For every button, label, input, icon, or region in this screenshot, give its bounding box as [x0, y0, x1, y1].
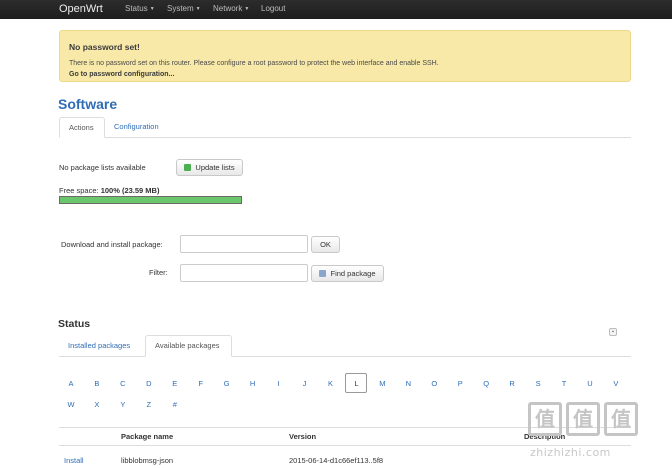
letter-t[interactable]: T: [558, 379, 570, 388]
letter-h[interactable]: H: [247, 379, 259, 388]
free-space-value: 100% (23.59 MB): [100, 186, 160, 195]
password-config-link[interactable]: Go to password configuration...: [69, 71, 174, 78]
letter-w[interactable]: W: [65, 400, 77, 409]
package-name: libblobmsg-json: [121, 456, 174, 465]
package-version: 2015-06-14-d1c66ef113..5f8: [289, 456, 384, 465]
letter-c[interactable]: C: [117, 379, 129, 388]
refresh-icon: [184, 164, 192, 171]
update-lists-button[interactable]: Update lists: [176, 159, 243, 176]
letter-a[interactable]: A: [65, 379, 77, 388]
watermark-logo: 值: [566, 402, 600, 436]
letter-s[interactable]: S: [532, 379, 544, 388]
collapse-icon[interactable]: ▪: [609, 328, 617, 336]
nav-network[interactable]: Network ▼: [213, 0, 249, 19]
tab-installed-packages[interactable]: Installed packages: [59, 336, 139, 356]
letter-d[interactable]: D: [143, 379, 155, 388]
page-title: Software: [58, 96, 118, 112]
free-space-label: Free space: 100% (23.59 MB): [59, 186, 160, 195]
watermark-logo: 值: [604, 402, 638, 436]
nav-system[interactable]: System ▼: [167, 0, 201, 19]
letter-i[interactable]: I: [273, 379, 285, 388]
download-url-input[interactable]: [180, 235, 308, 253]
letter-q[interactable]: Q: [480, 379, 492, 388]
letter-o[interactable]: O: [428, 379, 440, 388]
letter-k[interactable]: K: [325, 379, 337, 388]
brand-logo[interactable]: OpenWrt: [59, 0, 103, 18]
no-password-alert: No password set! There is no password se…: [59, 30, 631, 82]
nav-status[interactable]: Status ▼: [125, 0, 155, 19]
watermark-text: zhizhizhi.com: [530, 446, 611, 459]
filter-label: Filter:: [149, 268, 168, 277]
search-icon: [319, 270, 327, 277]
letter-m[interactable]: M: [376, 379, 388, 388]
no-package-lists-text: No package lists available: [59, 163, 146, 172]
top-navbar: OpenWrt Status ▼ System ▼ Network ▼ Logout: [0, 0, 672, 19]
progress-fill: [60, 197, 241, 203]
letter-r[interactable]: R: [506, 379, 518, 388]
install-link[interactable]: Install: [64, 456, 84, 465]
letter-v[interactable]: V: [610, 379, 622, 388]
filter-input[interactable]: [180, 264, 308, 282]
letter-hash[interactable]: #: [169, 400, 181, 409]
tab-actions[interactable]: Actions: [59, 117, 105, 138]
letter-y[interactable]: Y: [117, 400, 129, 409]
watermark-logo: 值: [528, 402, 562, 436]
download-label: Download and install package:: [61, 240, 163, 249]
status-title: Status: [58, 318, 91, 330]
letter-f[interactable]: F: [195, 379, 207, 388]
tab-divider: [59, 137, 631, 138]
ok-button[interactable]: OK: [311, 236, 340, 253]
letter-u[interactable]: U: [584, 379, 596, 388]
caret-down-icon: ▼: [244, 6, 250, 12]
letter-p[interactable]: P: [454, 379, 466, 388]
letter-z[interactable]: Z: [143, 400, 155, 409]
letter-n[interactable]: N: [402, 379, 414, 388]
free-space-progress: [59, 196, 242, 204]
alert-title: No password set!: [69, 42, 140, 52]
alert-text: There is no password set on this router.…: [69, 60, 439, 67]
header-version: Version: [289, 432, 317, 441]
tab-available-packages[interactable]: Available packages: [145, 335, 232, 357]
nav-logout[interactable]: Logout: [261, 0, 285, 18]
letter-x[interactable]: X: [91, 400, 103, 409]
letter-j[interactable]: J: [299, 379, 311, 388]
letter-e[interactable]: E: [169, 379, 181, 388]
header-package-name: Package name: [121, 432, 174, 441]
letter-b[interactable]: B: [91, 379, 103, 388]
caret-down-icon: ▼: [149, 6, 155, 12]
caret-down-icon: ▼: [195, 6, 201, 12]
letter-g[interactable]: G: [221, 379, 233, 388]
watermark: 值 值 值 zhizhizhi.com: [528, 396, 668, 468]
find-package-button[interactable]: Find package: [311, 265, 384, 282]
tab-configuration[interactable]: Configuration: [105, 117, 168, 137]
letter-l[interactable]: L: [345, 373, 368, 393]
